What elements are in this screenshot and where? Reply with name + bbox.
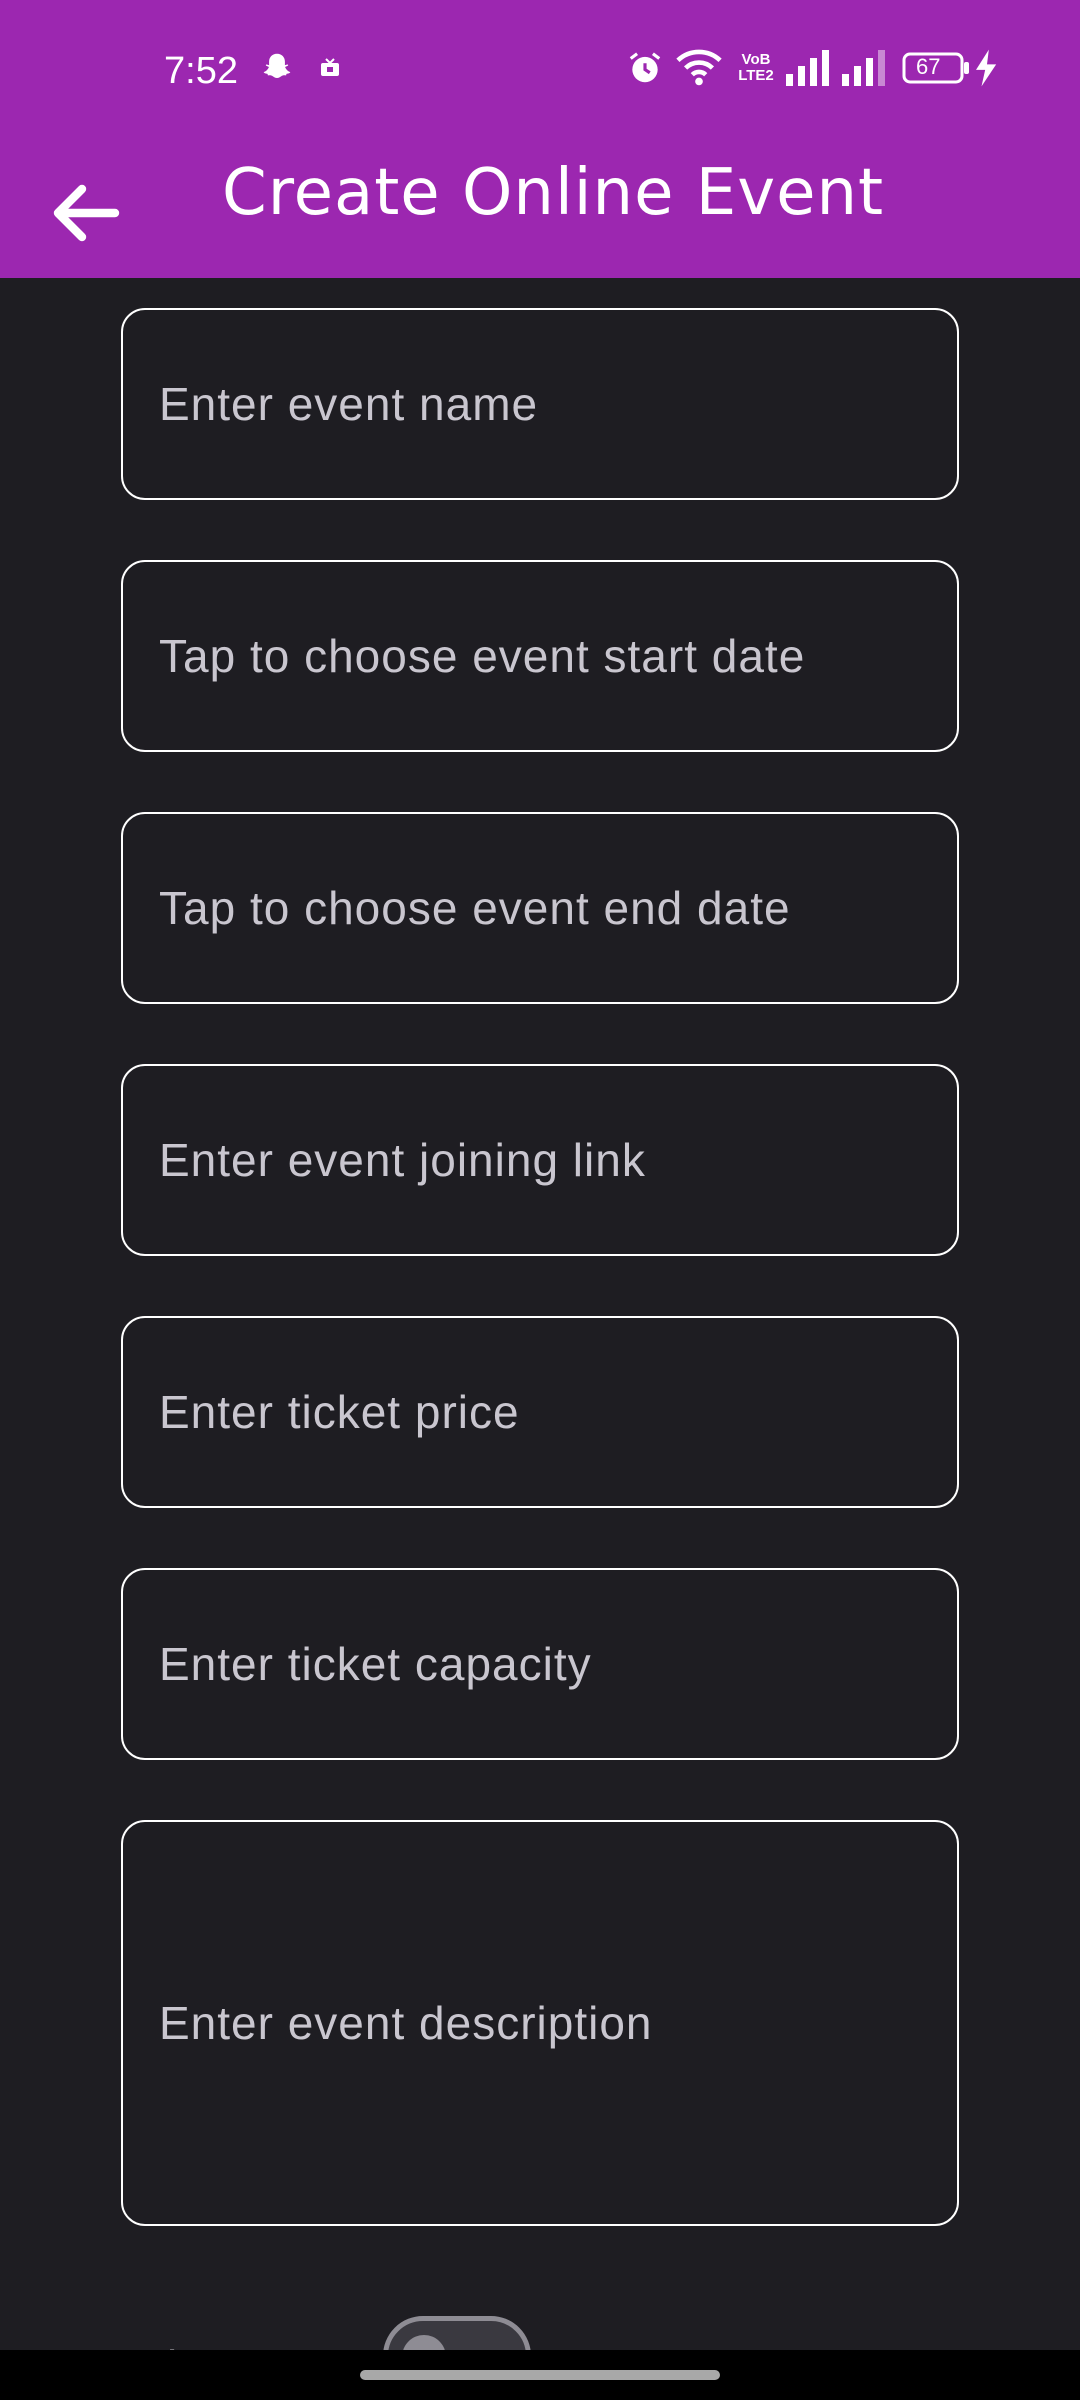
charging-icon	[976, 48, 998, 88]
status-time: 7:52	[164, 50, 238, 92]
snapchat-icon	[258, 48, 296, 88]
battery-icon: 67	[902, 48, 970, 88]
ticket-price-field[interactable]: Enter ticket price	[121, 1316, 959, 1508]
battery-level: 67	[916, 54, 941, 79]
status-bar: 7:52 VoB LTE2 67	[0, 0, 1080, 140]
joining-link-placeholder: Enter event joining link	[159, 1134, 646, 1186]
wifi-icon	[676, 48, 722, 88]
home-gesture-handle[interactable]	[360, 2370, 720, 2380]
back-button[interactable]	[40, 180, 130, 250]
event-description-field[interactable]: Enter event description	[121, 1820, 959, 2226]
event-name-placeholder: Enter event name	[159, 378, 539, 430]
event-name-field[interactable]: Enter event name	[121, 308, 959, 500]
volte-icon: VoB LTE2	[734, 48, 778, 88]
start-date-field[interactable]: Tap to choose event start date	[121, 560, 959, 752]
signal-icon	[786, 48, 830, 88]
page-title: Create Online Event	[222, 156, 885, 230]
end-date-placeholder: Tap to choose event end date	[159, 882, 791, 934]
start-date-placeholder: Tap to choose event start date	[159, 630, 806, 682]
arrow-back-icon	[49, 182, 121, 249]
ticket-capacity-field[interactable]: Enter ticket capacity	[121, 1568, 959, 1760]
app-bar: Create Online Event	[0, 140, 1080, 278]
alarm-icon	[626, 48, 664, 88]
ticket-price-placeholder: Enter ticket price	[159, 1386, 520, 1438]
notification-icon	[318, 48, 342, 88]
volte-text: VoB LTE2	[738, 51, 774, 84]
navigation-bar	[0, 2350, 1080, 2400]
ticket-capacity-placeholder: Enter ticket capacity	[159, 1638, 592, 1690]
event-description-placeholder: Enter event description	[159, 1997, 653, 2049]
end-date-field[interactable]: Tap to choose event end date	[121, 812, 959, 1004]
joining-link-field[interactable]: Enter event joining link	[121, 1064, 959, 1256]
signal-icon	[842, 48, 886, 88]
